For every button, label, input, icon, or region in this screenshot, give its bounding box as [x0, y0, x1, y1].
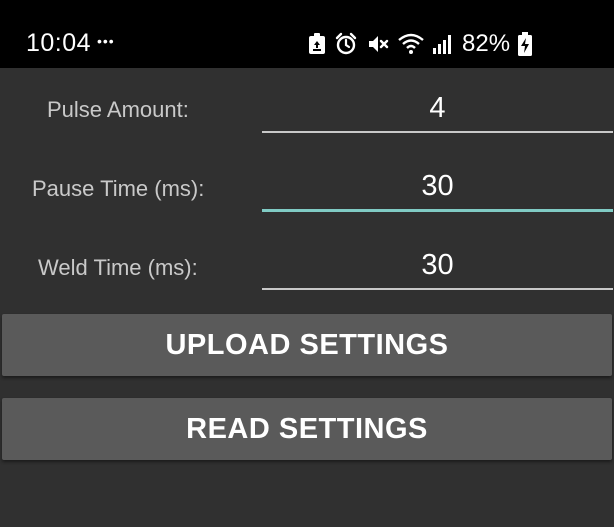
recycle-notification-icon: [308, 33, 326, 55]
battery-percent: 82%: [462, 30, 511, 57]
alarm-icon: [334, 32, 358, 56]
status-time: 10:04: [26, 29, 92, 57]
read-settings-button[interactable]: READ SETTINGS: [2, 398, 612, 460]
status-bar: 10:04 ••• 82%: [0, 0, 614, 68]
mute-icon: [366, 32, 390, 56]
weld-time-input[interactable]: [262, 242, 613, 290]
upload-settings-button[interactable]: UPLOAD SETTINGS: [2, 314, 612, 376]
settings-screen: Pulse Amount: Pause Time (ms): Weld Time…: [0, 68, 614, 527]
status-icons: 82%: [308, 30, 533, 58]
pause-time-input[interactable]: [262, 163, 613, 212]
pulse-amount-label: Pulse Amount:: [47, 97, 189, 122]
signal-icon: [432, 34, 452, 54]
pause-time-label: Pause Time (ms):: [32, 176, 205, 201]
pulse-amount-input[interactable]: [262, 85, 613, 133]
wifi-icon: [398, 33, 424, 55]
battery-charging-icon: [518, 32, 533, 56]
notification-dots: •••: [97, 33, 115, 49]
weld-time-label: Weld Time (ms):: [38, 255, 198, 280]
